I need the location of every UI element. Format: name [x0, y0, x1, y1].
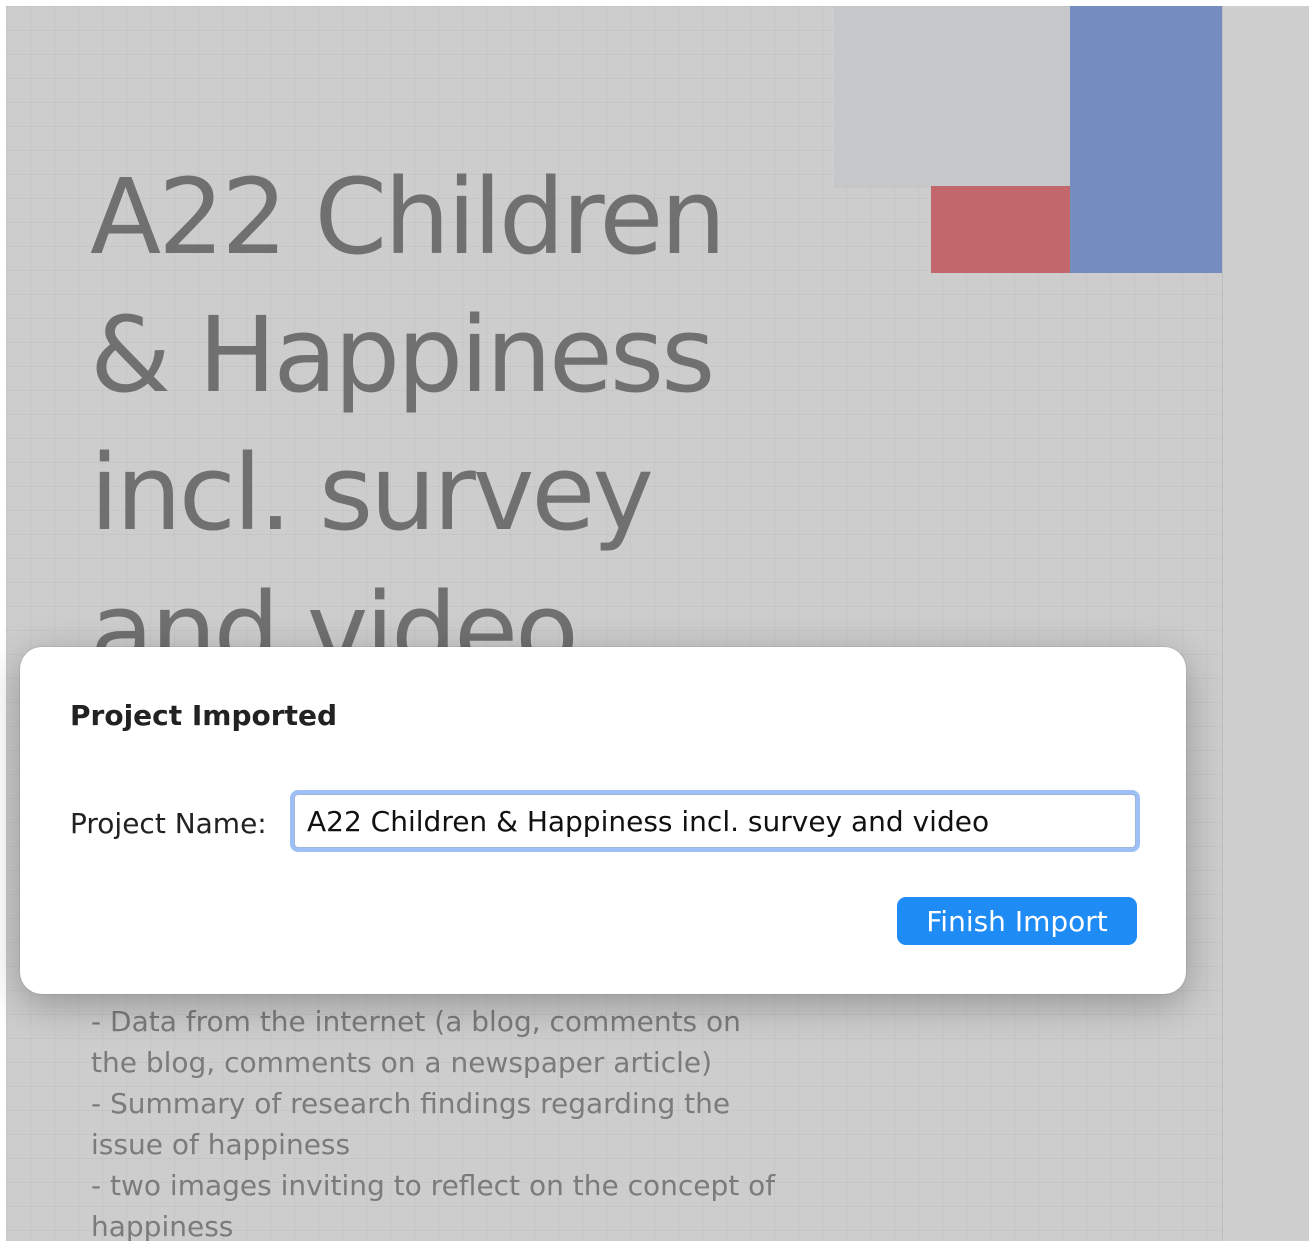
document-title-line: incl. survey	[90, 432, 654, 554]
list-item: - Data from the internet (a blog, commen…	[91, 1005, 741, 1038]
document-title-line: & Happiness	[90, 294, 715, 416]
document-canvas: A22 Children & Happiness incl. survey an…	[6, 6, 1222, 1241]
project-name-input[interactable]	[294, 794, 1136, 848]
dialog-title: Project Imported	[70, 699, 337, 732]
list-item: - Summary of research findings regarding…	[91, 1087, 731, 1120]
document-title-line: A22 Children	[90, 156, 726, 278]
app-window: A22 Children & Happiness incl. survey an…	[0, 0, 1309, 1241]
canvas-gutter	[1222, 6, 1309, 1241]
document-bullet-list: - Data from the internet (a blog, commen…	[91, 1001, 851, 1241]
decorative-blue-block	[1070, 6, 1222, 273]
decorative-gray-block	[834, 6, 1070, 188]
list-item: issue of happiness	[91, 1128, 351, 1161]
finish-import-button[interactable]: Finish Import	[897, 897, 1137, 945]
list-item: happiness	[91, 1210, 234, 1241]
project-name-label: Project Name:	[70, 807, 267, 840]
document-title: A22 Children & Happiness incl. survey an…	[90, 148, 810, 700]
list-item: - two images inviting to reflect on the …	[91, 1169, 776, 1202]
list-item: the blog, comments on a newspaper articl…	[91, 1046, 713, 1079]
decorative-red-block	[931, 186, 1071, 273]
project-imported-dialog: Project Imported Project Name: Finish Im…	[20, 647, 1186, 994]
